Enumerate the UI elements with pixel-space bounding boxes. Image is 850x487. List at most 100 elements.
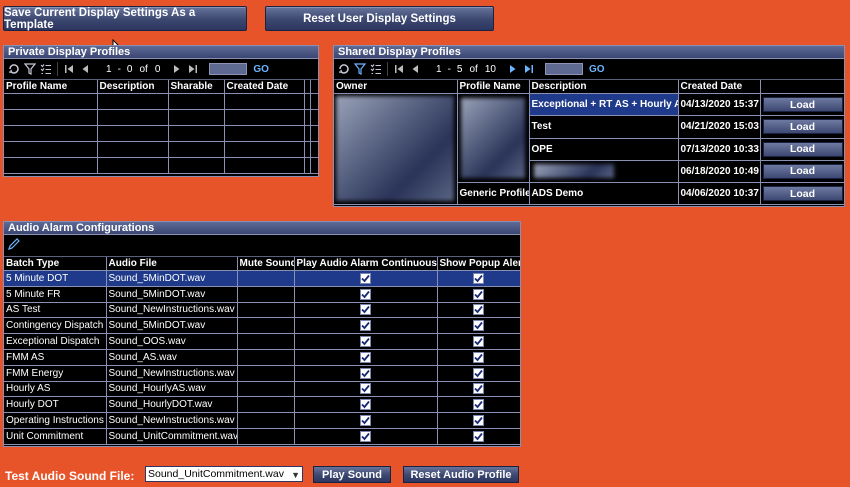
checkbox-unchecked[interactable] <box>240 368 292 379</box>
edit-pencil-icon[interactable] <box>7 237 21 254</box>
checkbox-checked[interactable] <box>473 288 484 300</box>
checkbox-checked[interactable] <box>360 367 371 379</box>
col-audio-file[interactable]: Audio File <box>106 257 238 271</box>
table-row[interactable]: Exceptional Dispatch Sound_OOS.wav <box>4 333 521 350</box>
show-popup-cell <box>437 428 521 445</box>
column-list-icon[interactable] <box>38 61 54 77</box>
check-icon <box>361 290 370 299</box>
col-description[interactable]: Description <box>97 80 169 94</box>
checkbox-unchecked[interactable] <box>240 320 292 331</box>
checkbox-checked[interactable] <box>360 383 371 395</box>
col-batch-type[interactable]: Batch Type <box>4 257 107 271</box>
checkbox-checked[interactable] <box>473 336 484 348</box>
next-page-icon[interactable] <box>169 61 185 77</box>
table-row[interactable]: 5 Minute DOT Sound_5MinDOT.wav <box>4 270 521 287</box>
checkbox-unchecked[interactable] <box>240 431 292 442</box>
table-row[interactable]: 5 Minute FR Sound_5MinDOT.wav <box>4 286 521 303</box>
reset-audio-profile-button[interactable]: Reset Audio Profile <box>403 466 519 483</box>
checkbox-checked[interactable] <box>473 399 484 411</box>
table-row[interactable]: Exceptional + RT AS + Hourly AS 04/13/20… <box>334 93 845 205</box>
load-button[interactable]: Load <box>762 186 843 201</box>
checkbox-checked[interactable] <box>473 415 484 427</box>
col-profile-name[interactable]: Profile Name <box>457 80 530 94</box>
save-template-button[interactable]: Save Current Display Settings As a Templ… <box>3 6 247 31</box>
go-button[interactable]: GO <box>589 64 605 75</box>
load-button[interactable]: Load <box>762 141 843 157</box>
refresh-icon[interactable] <box>6 61 22 77</box>
first-page-icon[interactable] <box>391 61 407 77</box>
checkbox-unchecked[interactable] <box>240 399 292 410</box>
checkbox-checked[interactable] <box>360 304 371 316</box>
filter-icon[interactable] <box>22 61 38 77</box>
checkbox-unchecked[interactable] <box>240 383 292 394</box>
description-cell: Exceptional + RT AS + Hourly AS <box>529 93 679 117</box>
created-date-cell: 04/06/2020 10:37 <box>678 182 761 205</box>
checkbox-checked[interactable] <box>360 351 371 363</box>
audio-file-cell: Sound_OOS.wav <box>106 333 238 350</box>
checkbox-unchecked[interactable] <box>240 289 292 300</box>
col-sharable[interactable]: Sharable <box>168 80 225 94</box>
prev-page-icon[interactable] <box>77 61 93 77</box>
next-page-icon[interactable] <box>505 61 521 77</box>
checkbox-unchecked[interactable] <box>240 304 292 315</box>
refresh-icon[interactable] <box>336 61 352 77</box>
last-page-icon[interactable] <box>185 61 201 77</box>
checkbox-checked[interactable] <box>360 399 371 411</box>
col-show-popup[interactable]: Show Popup Alert <box>437 257 521 271</box>
checkbox-unchecked[interactable] <box>240 352 292 363</box>
load-button[interactable]: Load <box>762 163 843 179</box>
page-number-input[interactable] <box>209 63 248 75</box>
checkbox-checked[interactable] <box>473 367 484 379</box>
col-play-continuously[interactable]: Play Audio Alarm Continuously <box>294 257 438 271</box>
checkbox-checked[interactable] <box>360 415 371 427</box>
prev-page-icon[interactable] <box>407 61 423 77</box>
divider <box>57 62 58 76</box>
col-created-date[interactable]: Created Date <box>678 80 761 94</box>
col-created-date[interactable]: Created Date <box>224 80 305 94</box>
column-list-icon[interactable] <box>368 61 384 77</box>
audio-file-select[interactable]: Sound_UnitCommitment.wav ▼ <box>145 466 303 482</box>
show-popup-cell <box>437 381 521 398</box>
checkbox-checked[interactable] <box>473 304 484 316</box>
table-row[interactable]: Hourly AS Sound_HourlyAS.wav <box>4 381 521 398</box>
checkbox-checked[interactable] <box>360 430 371 442</box>
checkbox-checked[interactable] <box>473 351 484 363</box>
last-page-icon[interactable] <box>521 61 537 77</box>
check-icon <box>361 353 370 362</box>
reset-user-display-button[interactable]: Reset User Display Settings <box>265 6 494 31</box>
page-to: 5 <box>456 63 463 75</box>
checkbox-checked[interactable] <box>473 383 484 395</box>
checkbox-checked[interactable] <box>360 272 371 284</box>
filter-icon[interactable] <box>352 61 368 77</box>
table-row[interactable]: FMM AS Sound_AS.wav <box>4 349 521 366</box>
check-icon <box>474 338 483 346</box>
table-row[interactable]: FMM Energy Sound_NewInstructions.wav <box>4 365 521 382</box>
col-profile-name[interactable]: Profile Name <box>4 80 98 94</box>
load-button[interactable]: Load <box>762 97 843 113</box>
checkbox-checked[interactable] <box>360 336 371 348</box>
checkbox-unchecked[interactable] <box>240 273 292 284</box>
table-row[interactable]: Hourly DOT Sound_HourlyDOT.wav <box>4 396 521 414</box>
play-continuously-cell <box>294 381 438 398</box>
col-description[interactable]: Description <box>529 80 679 94</box>
table-row[interactable]: Operating Instructions Sound_NewInstructi… <box>4 412 521 429</box>
checkbox-checked[interactable] <box>360 320 371 332</box>
check-icon <box>361 306 370 314</box>
load-button[interactable]: Load <box>762 119 843 135</box>
table-row[interactable]: Contingency Dispatch Sound_5MinDOT.wav <box>4 317 521 335</box>
checkbox-checked[interactable] <box>473 272 484 284</box>
first-page-icon[interactable] <box>61 61 77 77</box>
table-row[interactable]: AS Test Sound_NewInstructions.wav <box>4 302 521 319</box>
checkbox-checked[interactable] <box>473 320 484 332</box>
col-mute-sound[interactable]: Mute Sound <box>237 257 295 271</box>
checkbox-checked[interactable] <box>360 288 371 300</box>
checkbox-unchecked[interactable] <box>240 336 292 347</box>
play-sound-button[interactable]: Play Sound <box>313 466 391 483</box>
table-row <box>4 93 319 110</box>
checkbox-checked[interactable] <box>473 430 484 442</box>
col-owner[interactable]: Owner <box>334 80 458 94</box>
go-button[interactable]: GO <box>253 64 269 75</box>
table-row[interactable]: Unit Commitment Sound_UnitCommitment.wav <box>4 428 521 445</box>
checkbox-unchecked[interactable] <box>240 415 292 426</box>
page-number-input[interactable] <box>544 63 583 75</box>
